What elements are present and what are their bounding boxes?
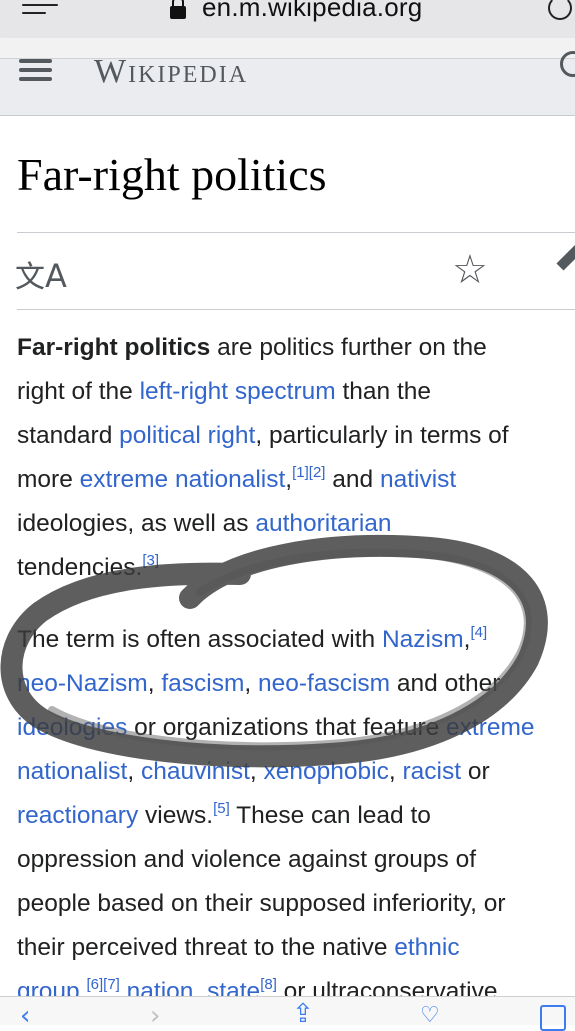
text-line: standard political right, particularly i… <box>17 414 575 458</box>
text-line: right of the left-right spectrum than th… <box>17 370 575 414</box>
article-body: Far-right politics are politics further … <box>17 326 575 1014</box>
citation-1[interactable]: [1] <box>292 464 309 481</box>
wikipedia-header: Wikipedia <box>0 51 575 116</box>
text: are politics further on the <box>210 334 487 361</box>
link-authoritarian[interactable]: authoritarian <box>255 510 391 537</box>
citation-6[interactable]: [6] <box>86 976 103 993</box>
reader-view-icon[interactable] <box>22 4 58 22</box>
text: , <box>244 670 259 697</box>
link-ethnic[interactable]: ethnic <box>394 934 459 961</box>
share-icon[interactable]: ⇪ <box>292 1001 314 1027</box>
actions-divider <box>17 309 575 310</box>
text-line: reactionary views.[5] These can lead to <box>17 794 575 838</box>
text: The term is often associated with <box>17 626 382 653</box>
citation-3[interactable]: [3] <box>142 552 159 569</box>
hamburger-menu-icon[interactable] <box>19 59 52 83</box>
link-extreme-nationalist[interactable]: extreme nationalist <box>80 466 286 493</box>
text: or organizations that feature <box>127 714 447 741</box>
page-title: Far-right politics <box>17 149 327 200</box>
text: and <box>325 466 380 493</box>
text-line: neo-Nazism, fascism, neo-fascism and oth… <box>17 662 575 706</box>
link-neo-fascism[interactable]: neo-fascism <box>258 670 390 697</box>
watch-star-icon[interactable]: ☆ <box>452 250 488 290</box>
paragraph-2: The term is often associated with Nazism… <box>17 618 575 1014</box>
text: right of the <box>17 378 140 405</box>
citation-7[interactable]: [7] <box>103 976 120 993</box>
text: , <box>249 758 264 785</box>
wikipedia-wordmark[interactable]: Wikipedia <box>94 53 248 91</box>
browser-address-bar: en.m.wikipedia.org <box>0 0 575 58</box>
link-political-right[interactable]: political right <box>119 422 255 449</box>
forward-icon[interactable]: › <box>150 1003 160 1029</box>
citation-5[interactable]: [5] <box>213 800 230 817</box>
bold-term: Far-right politics <box>17 334 211 361</box>
text-line: oppression and violence against groups o… <box>17 838 575 882</box>
link-racist[interactable]: racist <box>402 758 461 785</box>
text: and other <box>390 670 501 697</box>
citation-2[interactable]: [2] <box>309 464 326 481</box>
language-icon-glyph-a: 文 <box>15 260 45 295</box>
citation-4[interactable]: [4] <box>470 624 487 641</box>
link-left-right-spectrum[interactable]: left-right spectrum <box>140 378 336 405</box>
link-reactionary[interactable]: reactionary <box>17 802 138 829</box>
link-nativist[interactable]: nativist <box>380 466 456 493</box>
back-icon[interactable]: ‹ <box>20 1003 30 1029</box>
edit-pencil-icon[interactable] <box>556 245 575 271</box>
text: standard <box>17 422 120 449</box>
text: than the <box>335 378 431 405</box>
text-line: Far-right politics are politics further … <box>17 326 575 370</box>
paragraph-1: Far-right politics are politics further … <box>17 326 575 590</box>
text: views. <box>138 802 214 829</box>
text-line: tendencies.[3] <box>17 546 575 590</box>
text: more <box>17 466 80 493</box>
link-chauvinist[interactable]: chauvinist <box>141 758 250 785</box>
browser-toolbar: ‹ › ⇪ ♡ <box>0 996 575 1031</box>
text: their perceived threat to the native <box>17 934 395 961</box>
text: people based on their supposed inferiori… <box>17 890 506 917</box>
title-divider <box>17 232 575 233</box>
text: , <box>127 758 141 785</box>
text: These can lead to <box>229 802 431 829</box>
text-line: nationalist, chauvinist, xenophobic, rac… <box>17 750 575 794</box>
text-line: their perceived threat to the native eth… <box>17 926 575 970</box>
link-neo-nazism[interactable]: neo-Nazism <box>17 670 148 697</box>
text: ideologies, as well as <box>17 510 256 537</box>
text-line: ideologies or organizations that feature… <box>17 706 575 750</box>
text: , particularly in terms of <box>255 422 509 449</box>
lock-icon <box>170 0 186 20</box>
link-nationalist[interactable]: nationalist <box>17 758 127 785</box>
url-text[interactable]: en.m.wikipedia.org <box>202 0 422 23</box>
link-nazism[interactable]: Nazism <box>382 626 464 653</box>
link-extreme[interactable]: extreme <box>446 714 535 741</box>
language-icon[interactable]: 文A <box>15 252 67 296</box>
citation-8[interactable]: [8] <box>260 976 277 993</box>
text-line: more extreme nationalist,[1][2] and nati… <box>17 458 575 502</box>
text: , <box>388 758 403 785</box>
search-icon[interactable] <box>560 51 575 77</box>
text-line: people based on their supposed inferiori… <box>17 882 575 926</box>
link-xenophobic[interactable]: xenophobic <box>264 758 389 785</box>
text-line: The term is often associated with Nazism… <box>17 618 575 662</box>
text: oppression and violence against groups o… <box>17 846 477 873</box>
text-line: ideologies, as well as authoritarian <box>17 502 575 546</box>
link-fascism[interactable]: fascism <box>161 670 244 697</box>
text: tendencies. <box>17 554 143 581</box>
text: , <box>147 670 162 697</box>
tabs-icon[interactable] <box>540 1005 566 1031</box>
link-ideologies[interactable]: ideologies <box>17 714 127 741</box>
language-icon-glyph-b: A <box>45 257 67 295</box>
text: or <box>461 758 490 785</box>
